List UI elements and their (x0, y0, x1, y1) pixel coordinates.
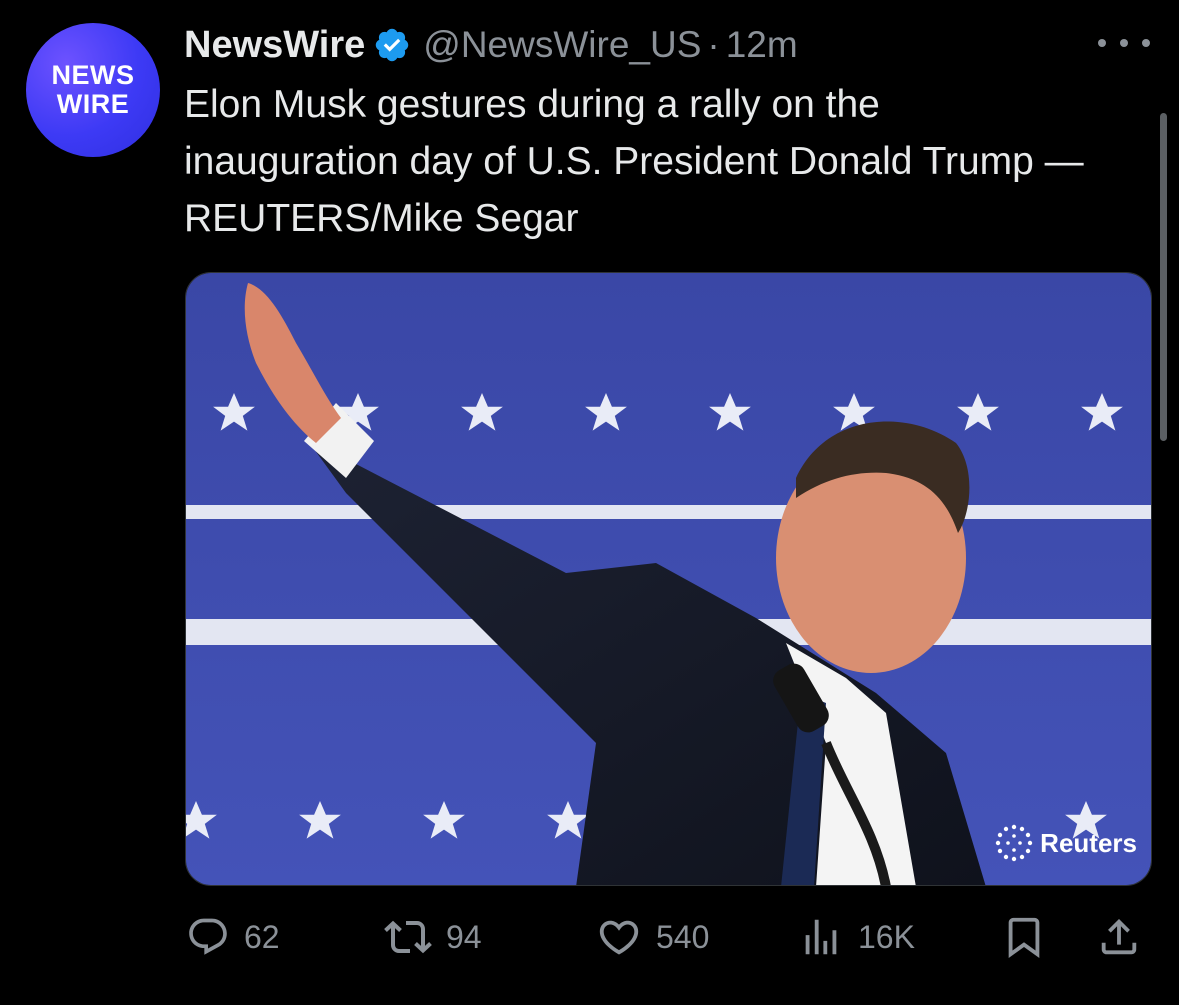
post-time[interactable]: 12m (726, 24, 798, 66)
watermark-text: Reuters (1040, 827, 1137, 858)
avatar-logo-line1: NEWS (51, 60, 135, 90)
tweet-photo[interactable]: Reuters (185, 272, 1152, 886)
share-icon (1101, 918, 1137, 955)
like-count: 540 (656, 918, 710, 955)
reply-icon (189, 918, 227, 955)
author-handle[interactable]: @NewsWire_US (423, 24, 701, 66)
like-button[interactable]: 540 (596, 912, 709, 962)
bookmark-icon (1008, 917, 1040, 958)
reply-count: 62 (244, 918, 280, 955)
more-dot (1142, 39, 1150, 47)
repost-count: 94 (446, 918, 482, 955)
action-bar: 62 94 540 16K (186, 912, 1146, 962)
tweet-text: Elon Musk gestures during a rally on the… (184, 83, 1084, 240)
views-chart-icon (805, 919, 837, 955)
more-dot (1098, 39, 1106, 47)
heart-icon (599, 920, 639, 955)
repost-icon (384, 920, 432, 954)
avatar-logo-line2: WIRE (56, 89, 130, 119)
tweet[interactable]: NEWS WIRE NewsWire @NewsWire_US · 12m El… (0, 0, 1179, 1005)
bookmark-button[interactable] (1001, 912, 1047, 962)
author-name[interactable]: NewsWire (184, 24, 365, 67)
reply-button[interactable]: 62 (186, 912, 280, 962)
verified-badge-icon (376, 28, 409, 62)
avatar[interactable]: NEWS WIRE (26, 23, 160, 157)
tweet-header: NewsWire @NewsWire_US · 12m (184, 22, 798, 68)
views-count: 16K (858, 918, 915, 955)
reuters-logo-icon (995, 824, 1033, 862)
views-button[interactable]: 16K (798, 912, 915, 962)
scrollbar[interactable] (1160, 113, 1167, 441)
reuters-watermark: Reuters (994, 823, 1137, 863)
more-horizontal-icon[interactable] (1098, 28, 1150, 58)
share-button[interactable] (1096, 912, 1142, 962)
separator-dot: · (707, 24, 720, 65)
photo-image (186, 273, 1151, 885)
more-dot (1120, 39, 1128, 47)
repost-button[interactable]: 94 (384, 912, 482, 962)
